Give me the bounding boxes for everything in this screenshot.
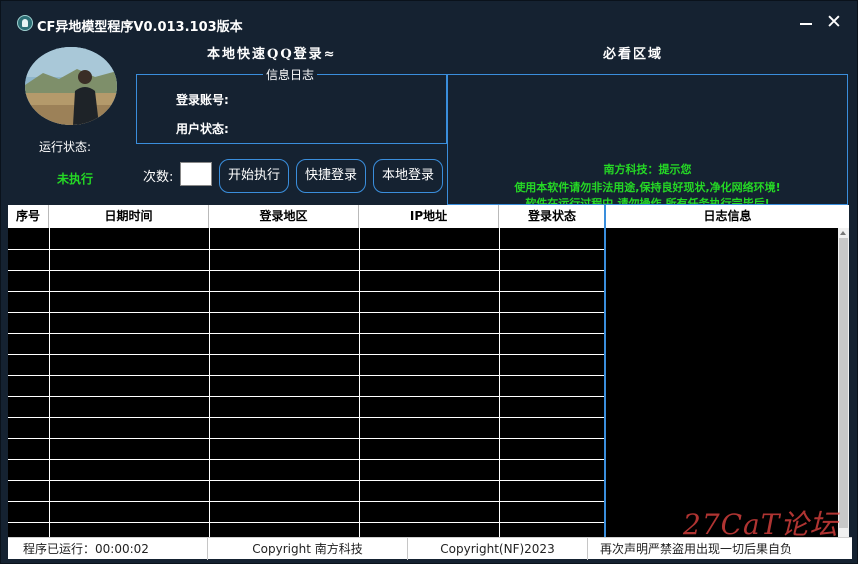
grid-line <box>209 228 210 537</box>
login-table[interactable]: 序号 日期时间 登录地区 IP地址 登录状态 <box>8 205 605 537</box>
grid-line <box>8 291 604 292</box>
log-header: 日志信息 <box>606 205 849 228</box>
app-logo-icon <box>17 15 33 31</box>
run-status-value: 未执行 <box>57 172 94 186</box>
grid-line <box>8 396 604 397</box>
scroll-thumb[interactable] <box>839 238 848 528</box>
grid-line <box>8 522 604 523</box>
grid-line <box>359 228 360 537</box>
grid-line <box>499 228 500 537</box>
notice-panel: 南方科技：提示您 使用本软件请勿非法用途,保持良好现状,净化网络环境! 软件在运… <box>447 74 848 205</box>
login-account-label: 登录账号: <box>176 93 229 107</box>
column-header-index[interactable]: 序号 <box>8 205 49 228</box>
copyright-text-1: Copyright 南方科技 <box>208 538 408 560</box>
title-bar: CF异地模型程序V0.013.103版本 ✕ <box>1 1 857 41</box>
grid-line <box>8 501 604 502</box>
window-title: CF异地模型程序V0.013.103版本 <box>37 20 243 35</box>
grid-line <box>8 249 604 250</box>
must-read-header: 必看区域 <box>603 47 664 62</box>
notice-line-2: 使用本软件请勿非法用途,保持良好现状,净化网络环境! <box>514 181 781 194</box>
close-icon[interactable]: ✕ <box>824 12 844 32</box>
notice-line-3: 软件在运行过程中,请勿操作,所有任务执行完毕后! <box>525 197 770 205</box>
log-panel[interactable]: 日志信息 <box>605 205 849 537</box>
table-header: 序号 日期时间 登录地区 IP地址 登录状态 <box>8 205 604 228</box>
watermark: 27CaT论坛 <box>683 508 839 541</box>
column-header-datetime[interactable]: 日期时间 <box>49 205 209 228</box>
grid-line <box>8 375 604 376</box>
copyright-text-2: Copyright(NF)2023 <box>408 538 588 560</box>
start-button[interactable]: 开始执行 <box>219 159 289 193</box>
local-login-button[interactable]: 本地登录 <box>373 159 443 193</box>
notice-line-1: 南方科技：提示您 <box>603 163 692 176</box>
info-log-group: 信息日志 登录账号: 用户状态: <box>136 66 447 144</box>
column-header-login-status[interactable]: 登录状态 <box>499 205 604 228</box>
log-scrollbar[interactable] <box>838 228 849 537</box>
grid-line <box>8 312 604 313</box>
minimize-icon[interactable] <box>796 12 816 32</box>
count-input[interactable] <box>180 162 212 186</box>
app-window: CF异地模型程序V0.013.103版本 ✕ 本地快速QQ登录≈ 必看区域 运行… <box>0 0 858 564</box>
local-login-header: 本地快速QQ登录≈ <box>207 47 337 62</box>
grid-line <box>8 333 604 334</box>
grid-line <box>8 438 604 439</box>
scroll-up-icon[interactable] <box>840 231 846 235</box>
user-status-label: 用户状态: <box>176 122 229 136</box>
grid-line <box>8 417 604 418</box>
grid-line <box>8 354 604 355</box>
avatar <box>25 47 117 125</box>
grid-line <box>49 228 50 537</box>
column-header-ip[interactable]: IP地址 <box>359 205 499 228</box>
count-label: 次数: <box>143 170 174 185</box>
grid-line <box>8 459 604 460</box>
grid-line <box>8 480 604 481</box>
info-log-title: 信息日志 <box>263 66 318 83</box>
uptime-text: 程序已运行：00:00:02 <box>8 538 208 560</box>
run-status-label: 运行状态: <box>39 140 92 154</box>
grid-line <box>8 270 604 271</box>
quick-login-button[interactable]: 快捷登录 <box>296 159 366 193</box>
column-header-region[interactable]: 登录地区 <box>209 205 359 228</box>
